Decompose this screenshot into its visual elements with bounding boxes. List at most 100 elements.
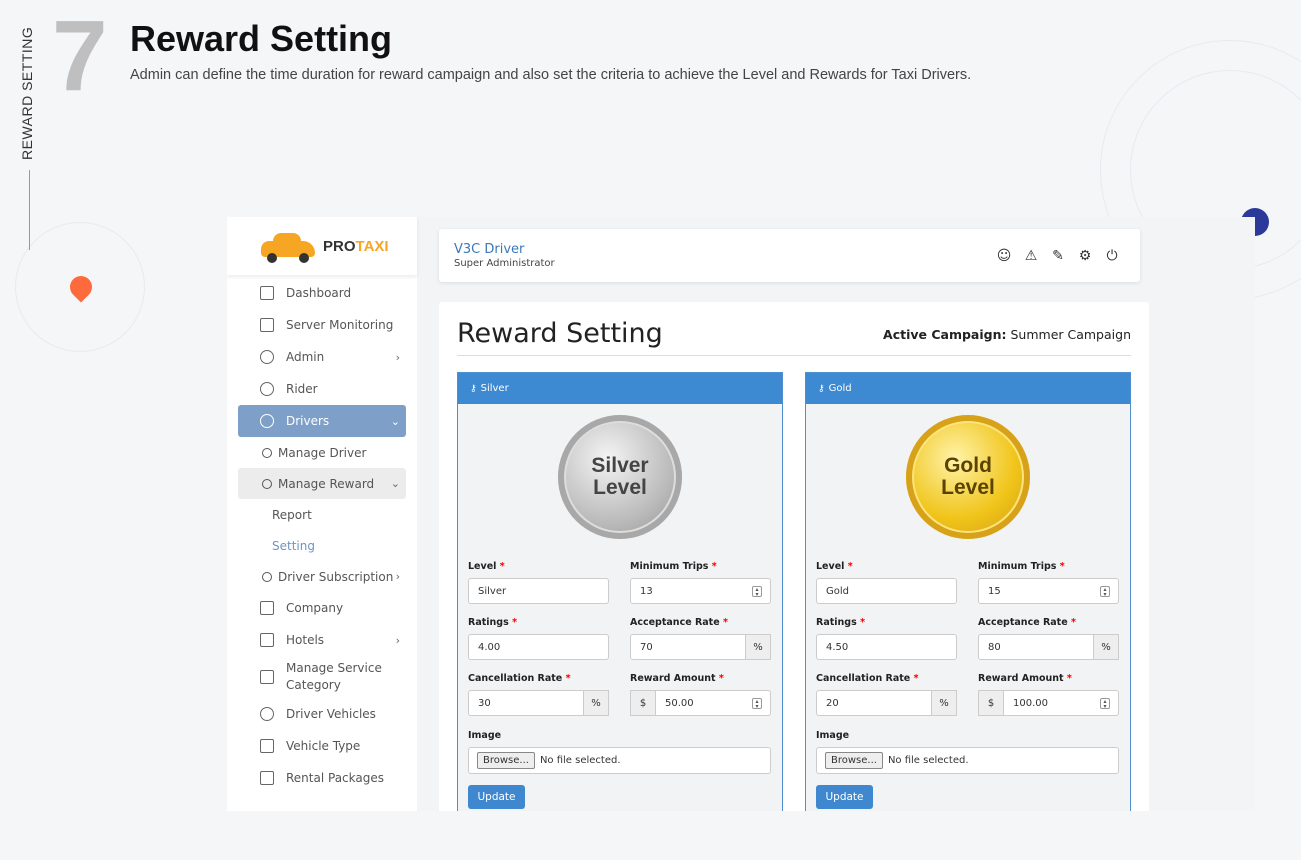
logo[interactable]: PROTAXI xyxy=(227,217,417,275)
ratings-input[interactable]: 4.50 xyxy=(816,634,957,660)
app-window: PROTAXI Dashboard Server Monitoring Admi… xyxy=(227,217,1255,811)
acceptance-rate-input[interactable]: 80 xyxy=(978,634,1094,660)
vertical-section-label: REWARD SETTING xyxy=(19,26,35,160)
cancellation-rate-input[interactable]: 30 xyxy=(468,690,584,716)
package-icon xyxy=(260,771,274,785)
ratings-input[interactable]: 4.00 xyxy=(468,634,609,660)
spinner-icon[interactable]: ▴ ▾ xyxy=(752,698,762,710)
sidebar-item-manage-driver[interactable]: Manage Driver xyxy=(238,437,406,468)
header-actions: ☺ ⚠ ✎ ⚙ ⏻ xyxy=(996,248,1120,264)
image-file-input[interactable]: Browse... No file selected. xyxy=(468,747,771,774)
sidebar-item-driver-subscription[interactable]: Driver Subscription › xyxy=(238,561,406,592)
chevron-right-icon: › xyxy=(395,350,400,364)
silver-level-badge: Silver Level xyxy=(558,415,682,539)
active-campaign: Active Campaign: Summer Campaign xyxy=(883,327,1131,342)
sidebar-nav: Dashboard Server Monitoring Admin › Rider… xyxy=(227,275,417,794)
taxi-car-icon xyxy=(259,229,317,263)
user-name: V3C Driver xyxy=(454,242,525,257)
min-trips-input[interactable]: 13 ▴ ▾ xyxy=(630,578,771,604)
cancellation-rate-input[interactable]: 20 xyxy=(816,690,932,716)
chevron-right-icon: › xyxy=(395,633,400,647)
chevron-down-icon: ⌄ xyxy=(390,414,400,428)
sidebar-item-drivers[interactable]: Drivers ⌄ xyxy=(238,405,406,437)
percent-addon: % xyxy=(931,690,957,716)
hero-title: Reward Setting xyxy=(130,18,393,59)
image-file-input[interactable]: Browse... No file selected. xyxy=(816,747,1119,774)
gear-icon[interactable]: ⚙ xyxy=(1077,248,1093,264)
field-label: Level * xyxy=(816,561,853,572)
grid-icon xyxy=(260,670,274,684)
level-input[interactable]: Gold xyxy=(816,578,957,604)
gold-level-badge: Gold Level xyxy=(906,415,1030,539)
building-icon xyxy=(260,601,274,615)
power-icon[interactable]: ⏻ xyxy=(1104,248,1120,264)
reward-panel-gold: ⚷ Gold Gold Level Level * Gold Minimum Tri… xyxy=(805,372,1131,811)
field-label: Minimum Trips * xyxy=(978,561,1065,572)
sidebar-item-manage-service-category[interactable]: Manage Service Category xyxy=(238,656,406,698)
browse-button[interactable]: Browse... xyxy=(477,752,535,769)
reward-amount-input[interactable]: 50.00 ▴ ▾ xyxy=(655,690,771,716)
warning-icon[interactable]: ⚠ xyxy=(1023,248,1039,264)
currency-addon: $ xyxy=(630,690,656,716)
dashboard-icon xyxy=(260,286,274,300)
user-icon xyxy=(260,350,274,364)
sidebar-item-report[interactable]: Report xyxy=(227,499,417,530)
field-label: Cancellation Rate * xyxy=(468,673,571,684)
field-label: Minimum Trips * xyxy=(630,561,717,572)
sidebar-item-manage-reward[interactable]: Manage Reward ⌄ xyxy=(238,468,406,499)
top-header: V3C Driver Super Administrator ☺ ⚠ ✎ ⚙ ⏻ xyxy=(439,229,1140,282)
spinner-icon[interactable]: ▴ ▾ xyxy=(1100,698,1110,710)
divider xyxy=(29,170,30,250)
spinner-icon[interactable]: ▴ ▾ xyxy=(1100,586,1110,598)
circle-icon xyxy=(262,571,272,582)
field-label: Acceptance Rate * xyxy=(978,617,1076,628)
panel-header: ⚷ Silver xyxy=(458,373,782,404)
hotel-icon xyxy=(260,633,274,647)
reward-amount-input[interactable]: 100.00 ▴ ▾ xyxy=(1003,690,1119,716)
sidebar-item-dashboard[interactable]: Dashboard xyxy=(238,277,406,309)
update-button[interactable]: Update xyxy=(468,785,525,809)
sidebar: PROTAXI Dashboard Server Monitoring Admi… xyxy=(227,217,417,811)
section-number: 7 xyxy=(52,0,108,112)
chevron-right-icon: › xyxy=(395,570,400,583)
sidebar-item-driver-vehicles[interactable]: Driver Vehicles xyxy=(238,698,406,730)
sidebar-item-admin[interactable]: Admin › xyxy=(238,341,406,373)
sidebar-item-rental-packages[interactable]: Rental Packages xyxy=(238,762,406,794)
medal-icon: ⚷ xyxy=(470,383,477,394)
level-input[interactable]: Silver xyxy=(468,578,609,604)
field-label: Ratings * xyxy=(468,617,518,628)
sidebar-item-rider[interactable]: Rider xyxy=(238,373,406,405)
edit-icon[interactable]: ✎ xyxy=(1050,248,1066,264)
sidebar-item-vehicle-type[interactable]: Vehicle Type xyxy=(238,730,406,762)
medal-icon: ⚷ xyxy=(818,383,825,394)
sidebar-item-company[interactable]: Company xyxy=(238,592,406,624)
field-label: Image xyxy=(468,730,502,741)
field-label: Acceptance Rate * xyxy=(630,617,728,628)
sidebar-item-hotels[interactable]: Hotels › xyxy=(238,624,406,656)
circle-icon xyxy=(262,447,272,458)
reward-panel-silver: ⚷ Silver Silver Level Level * Silver Minim… xyxy=(457,372,783,811)
currency-addon: $ xyxy=(978,690,1004,716)
min-trips-input[interactable]: 15 ▴ ▾ xyxy=(978,578,1119,604)
riders-icon xyxy=(260,382,274,396)
car-icon xyxy=(260,739,274,753)
chevron-down-icon: ⌄ xyxy=(390,477,400,490)
hero-subtitle: Admin can define the time duration for r… xyxy=(130,67,972,83)
acceptance-rate-input[interactable]: 70 xyxy=(630,634,746,660)
update-button[interactable]: Update xyxy=(816,785,873,809)
sidebar-item-setting[interactable]: Setting xyxy=(227,530,417,561)
browse-button[interactable]: Browse... xyxy=(825,752,883,769)
steering-wheel-icon xyxy=(260,707,274,721)
spinner-icon[interactable]: ▴ ▾ xyxy=(752,586,762,598)
percent-addon: % xyxy=(745,634,771,660)
main-content: Reward Setting Active Campaign: Summer C… xyxy=(439,302,1149,811)
divider xyxy=(457,355,1131,356)
profile-icon[interactable]: ☺ xyxy=(996,248,1012,264)
percent-addon: % xyxy=(583,690,609,716)
sidebar-item-server-monitoring[interactable]: Server Monitoring xyxy=(238,309,406,341)
logo-text: PROTAXI xyxy=(323,237,389,255)
user-role: Super Administrator xyxy=(454,258,555,269)
field-label: Reward Amount * xyxy=(630,673,724,684)
page: REWARD SETTING 7 Reward Setting Admin ca… xyxy=(0,0,1301,860)
field-label: Cancellation Rate * xyxy=(816,673,919,684)
